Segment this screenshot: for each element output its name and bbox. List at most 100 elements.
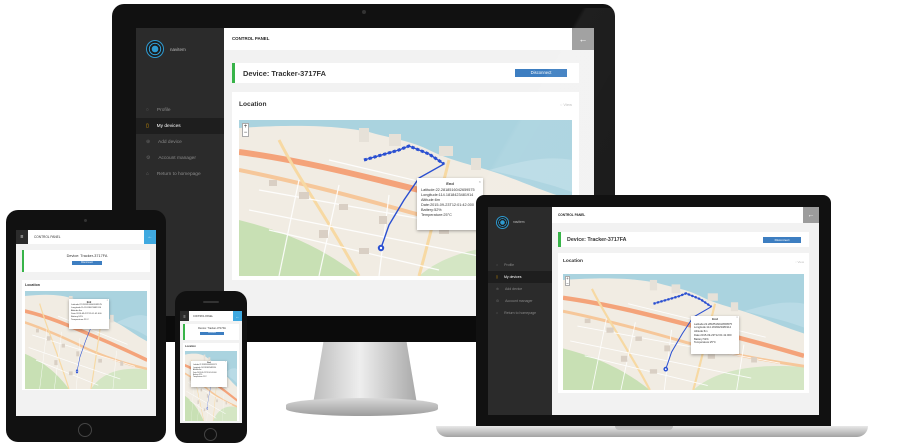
main-content: CONTROL PANEL ← Device: Tracker-3717FA D… <box>552 207 819 415</box>
sidebar-item-label: Return to homepage <box>504 311 537 315</box>
tab-control-panel[interactable]: CONTROL PANEL <box>224 28 278 50</box>
sidebar-item-add-device[interactable]: ⊕ Add device <box>136 134 224 150</box>
sidebar-item-label: Add device <box>504 287 523 291</box>
back-button[interactable]: ← <box>572 28 594 50</box>
top-bar: CONTROL PANEL ← <box>552 207 819 223</box>
device-title: Device: Tracker-3717FA <box>567 236 627 243</box>
sidebar-item-label: My devices <box>156 123 181 129</box>
sidebar-item-profile[interactable]: ○ Profile <box>136 102 224 118</box>
top-bar: ≡ CONTROL PANEL ← <box>16 230 156 244</box>
zoom-out-button[interactable]: − <box>243 130 248 136</box>
sidebar-item-label: Account manager <box>158 155 196 161</box>
tablet-screen: ≡ CONTROL PANEL ← Device: Tracker-3717FA… <box>16 230 156 416</box>
disconnect-button[interactable]: Disconnect <box>763 236 801 243</box>
location-card: Location ◌ View + − × End Latitude:22.28… <box>558 253 809 393</box>
brand-logo-icon <box>146 40 164 58</box>
tab-control-panel: CONTROL PANEL <box>34 235 61 239</box>
device-card: Device: Tracker-3717FA Disconnect <box>183 324 239 340</box>
sidebar-item-account-manager[interactable]: ⚙ Account manager <box>136 150 224 166</box>
laptop-notch <box>615 426 673 430</box>
device-title: Device: Tracker-3717FA <box>198 327 226 330</box>
map-popup: × End Latitude:22.2818516042659575 Longi… <box>69 299 109 329</box>
device-mockup-scene: navitem ○ Profile ▯ My devices ⊕ Add device… <box>0 0 913 445</box>
location-map[interactable]: × End Latitude:22.2818516042659575 Longi… <box>25 291 147 389</box>
location-title: Location <box>239 100 267 108</box>
control-panel-app: navitem ○ Profile ▯ My devices ⊕ Add device… <box>488 207 819 415</box>
popup-temperature: Temperature:25°C <box>71 319 89 321</box>
popup-temperature: Temperature:25°C <box>421 213 452 217</box>
home-icon: ⌂ <box>496 311 499 315</box>
speaker <box>203 301 219 303</box>
device-icon: ▯ <box>146 123 149 129</box>
home-button <box>78 423 92 437</box>
brand: navitem <box>136 28 224 70</box>
location-map[interactable]: + − × End Latitude:22.2818516042659575 Lo… <box>563 274 804 390</box>
sidebar-item-profile[interactable]: ○ Profile <box>488 259 552 271</box>
sidebar-item-label: My devices <box>503 275 522 279</box>
zoom-control[interactable]: + − <box>242 123 249 137</box>
sidebar-item-label: Profile <box>156 107 171 113</box>
tab-control-panel: CONTROL PANEL <box>193 314 213 318</box>
laptop: navitem ○ Profile ▯ My devices ⊕ Add device… <box>476 195 831 427</box>
menu-icon[interactable]: ≡ <box>180 311 189 321</box>
arrow-left-icon: ← <box>147 234 153 240</box>
disconnect-button[interactable]: Disconnect <box>515 69 567 77</box>
arrow-left-icon: ← <box>235 313 240 319</box>
arrow-left-icon: ← <box>578 34 588 44</box>
map-popup: × End Latitude:22.2818516042659575 Longi… <box>417 178 483 230</box>
sidebar-item-add-device[interactable]: ⊕ Add device <box>488 283 552 295</box>
location-header: Location ◌ View <box>563 257 804 266</box>
disconnect-button[interactable]: Disconnect <box>200 332 224 335</box>
monitor-foot <box>286 398 438 416</box>
disconnect-button[interactable]: Disconnect <box>72 261 102 265</box>
laptop-screen: navitem ○ Profile ▯ My devices ⊕ Add device… <box>488 207 819 415</box>
top-bar: ≡ CONTROL PANEL ← <box>180 311 242 321</box>
location-title: Location <box>185 345 196 348</box>
top-bar: CONTROL PANEL ← <box>224 28 594 50</box>
back-button[interactable]: ← <box>803 207 819 223</box>
device-icon: ▯ <box>496 275 498 279</box>
sidebar-item-return-home[interactable]: ⌂ Return to homepage <box>136 166 224 182</box>
brand-name: navitem <box>513 220 525 224</box>
sidebar-item-account-manager[interactable]: ⚙ Account manager <box>488 295 552 307</box>
sidebar-item-my-devices[interactable]: ▯ My devices <box>488 271 552 283</box>
brand-name: navitem <box>170 46 186 52</box>
close-icon[interactable]: × <box>736 315 738 320</box>
tablet: ≡ CONTROL PANEL ← Device: Tracker-3717FA… <box>6 210 166 442</box>
arrow-left-icon: ← <box>807 211 815 219</box>
brand-logo-icon <box>496 215 509 229</box>
location-title: Location <box>25 283 40 287</box>
zoom-out-button[interactable]: − <box>566 281 569 287</box>
phone: ≡ CONTROL PANEL ← Device: Tracker-3717FA… <box>175 291 247 443</box>
tab-control-panel[interactable]: CONTROL PANEL <box>552 207 592 223</box>
popup-date: Date:2015-09-23T12:01:42.000 <box>694 333 732 337</box>
device-card: Device: Tracker-3717FA Disconnect <box>558 232 809 247</box>
back-button[interactable]: ← <box>144 230 156 244</box>
popup-temperature: Temperature:25°C <box>694 341 716 345</box>
view-toggle[interactable]: ◌ View <box>560 102 572 107</box>
popup-temperature: Temperature:25°C <box>193 376 207 379</box>
sidebar-item-return-home[interactable]: ⌂ Return to homepage <box>488 307 552 319</box>
device-title: Device: Tracker-3717FA <box>243 68 326 78</box>
phone-screen: ≡ CONTROL PANEL ← Device: Tracker-3717FA… <box>180 311 242 423</box>
sidebar-item-label: Return to homepage <box>156 171 201 177</box>
view-toggle[interactable]: ◌ View <box>795 260 804 264</box>
device-card: Device: Tracker-3717FA Disconnect <box>22 250 150 272</box>
close-icon[interactable]: × <box>225 361 226 363</box>
close-icon[interactable]: × <box>479 179 481 184</box>
map-popup: × End Latitude:22.2818516042659575 Longi… <box>191 361 227 387</box>
menu-icon[interactable]: ≡ <box>16 230 28 244</box>
home-button <box>204 428 217 441</box>
popup-title: End <box>712 317 718 321</box>
camera-dot <box>362 10 366 14</box>
plus-icon: ⊕ <box>146 139 151 145</box>
location-title: Location <box>563 259 583 264</box>
back-button[interactable]: ← <box>233 311 242 321</box>
gear-icon: ⚙ <box>496 299 500 303</box>
sidebar-item-label: Profile <box>504 263 515 267</box>
zoom-control[interactable]: + − <box>565 276 570 286</box>
sidebar-item-label: Account manager <box>505 299 533 303</box>
close-icon[interactable]: × <box>107 299 108 302</box>
location-map[interactable]: × End Latitude:22.2818516042659575 Longi… <box>185 351 237 421</box>
sidebar-item-my-devices[interactable]: ▯ My devices <box>136 118 224 134</box>
